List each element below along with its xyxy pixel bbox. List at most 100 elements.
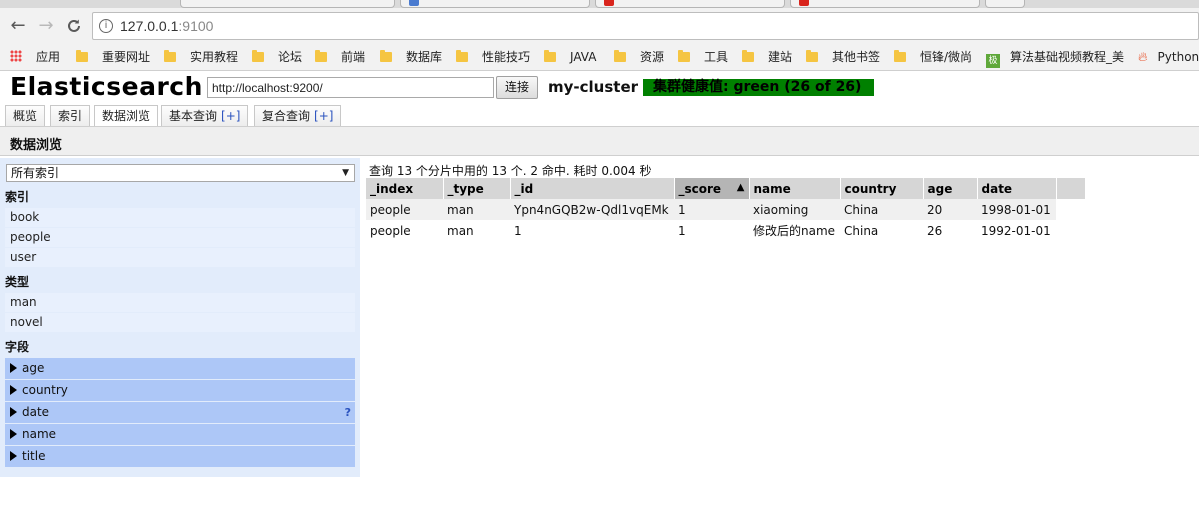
bookmarks-bar: 应用 重要网址 实用教程 论坛 前端 数据库 性能技巧 JAVA 资源 工具 建… xyxy=(0,44,1199,71)
column-label: _score xyxy=(678,181,722,196)
bookmark-folder[interactable]: 论坛 xyxy=(252,49,302,66)
indices-heading: 索引 xyxy=(5,190,30,204)
field-row-age[interactable]: age xyxy=(5,358,355,379)
column-header[interactable]: _id xyxy=(510,178,675,199)
browser-sidebar: 所有索引 ▼ 索引 book people user 类型 man novel 字… xyxy=(0,158,360,477)
table-row[interactable]: people man Ypn4nGQB2w-Qdl1vqEMk 1 xiaomi… xyxy=(366,199,1085,220)
folder-icon xyxy=(315,50,327,62)
field-row-name[interactable]: name xyxy=(5,424,355,445)
table-cell: Ypn4nGQB2w-Qdl1vqEMk xyxy=(510,199,674,220)
reload-icon[interactable] xyxy=(62,14,86,38)
connection-url-input[interactable] xyxy=(207,77,494,98)
bookmark-folder[interactable]: 工具 xyxy=(678,49,728,66)
info-icon[interactable]: i xyxy=(99,19,113,33)
folder-icon xyxy=(164,50,176,62)
browser-tab[interactable] xyxy=(180,0,395,8)
column-header-filler xyxy=(1056,178,1086,199)
browser-tab[interactable] xyxy=(790,0,980,8)
table-row[interactable]: people man 1 1 修改后的name China 26 1992-01… xyxy=(366,220,1085,241)
bookmark-folder[interactable]: 重要网址 xyxy=(76,49,150,66)
tab-overview[interactable]: 概览 xyxy=(5,105,46,127)
browser-toolbar: ← → i 127.0.0.1:9100 xyxy=(0,8,1199,44)
sidebar-item-index[interactable]: user xyxy=(5,248,355,267)
bookmark-folder[interactable]: 建站 xyxy=(742,49,792,66)
query-summary: 查询 13 个分片中用的 13 个. 2 命中. 耗时 0.004 秒 xyxy=(369,164,652,178)
tab-basic-query[interactable]: 基本查询 [+] xyxy=(161,105,249,127)
bookmark-folder[interactable]: 恒锋/微尚 xyxy=(894,49,972,66)
bookmark-folder[interactable]: 数据库 xyxy=(380,49,442,66)
bookmark-label: 其他书签 xyxy=(832,50,881,64)
browser-tab[interactable] xyxy=(595,0,785,8)
folder-icon xyxy=(742,50,754,62)
page-favicon-icon xyxy=(409,0,419,6)
url-port: :9100 xyxy=(178,18,214,34)
bookmark-label: 性能技巧 xyxy=(482,50,531,64)
new-tab-button[interactable] xyxy=(985,0,1025,8)
column-header[interactable]: age xyxy=(923,178,978,199)
bookmark-folder[interactable]: 前端 xyxy=(315,49,365,66)
field-label: age xyxy=(22,361,45,375)
folder-icon xyxy=(614,50,626,62)
browser-tab[interactable] xyxy=(400,0,590,8)
bookmark-apps[interactable]: 应用 xyxy=(10,49,60,66)
address-bar[interactable]: i 127.0.0.1:9100 xyxy=(92,12,1199,40)
bookmark-folder[interactable]: JAVA xyxy=(544,49,596,66)
sidebar-item-index[interactable]: people xyxy=(5,228,355,247)
field-label: date xyxy=(22,405,50,419)
cluster-name: my-cluster xyxy=(548,78,639,96)
back-arrow-icon[interactable]: ← xyxy=(6,14,30,38)
table-cell: 修改后的name xyxy=(753,224,836,238)
bookmark-link[interactable]: 极算法基础视频教程_美 xyxy=(986,49,1125,68)
folder-icon xyxy=(76,50,88,62)
bookmark-folder[interactable]: 资源 xyxy=(614,49,664,66)
column-header[interactable]: _type xyxy=(443,178,511,199)
column-header[interactable]: name xyxy=(749,178,841,199)
column-label: _id xyxy=(514,181,534,196)
add-tab-link[interactable]: [+] xyxy=(314,109,333,123)
tab-label: 索引 xyxy=(58,109,83,123)
bookmark-folder[interactable]: 其他书签 xyxy=(806,49,880,66)
fields-heading: 字段 xyxy=(5,340,30,354)
reload-glyph xyxy=(68,19,80,32)
site-logo-icon: 极 xyxy=(986,54,1000,68)
column-label: _index xyxy=(370,181,414,196)
types-heading: 类型 xyxy=(5,275,30,289)
table-cell: China xyxy=(844,223,879,238)
add-tab-link[interactable]: [+] xyxy=(221,109,240,123)
index-select-value: 所有索引 xyxy=(11,166,60,180)
sidebar-item-type[interactable]: novel xyxy=(5,313,355,332)
bookmark-folder[interactable]: 性能技巧 xyxy=(456,49,530,66)
field-label: title xyxy=(22,449,46,463)
table-cell: 1998-01-01 xyxy=(977,199,1056,220)
bookmark-folder[interactable]: 实用教程 xyxy=(164,49,238,66)
column-header[interactable]: _index xyxy=(366,178,444,199)
app-title: Elasticsearch xyxy=(10,72,203,101)
field-row-date[interactable]: date? xyxy=(5,402,355,423)
field-row-country[interactable]: country xyxy=(5,380,355,401)
field-row-title[interactable]: title xyxy=(5,446,355,467)
column-header[interactable]: country xyxy=(840,178,924,199)
bookmark-link[interactable]: 🔥︎ Python xyxy=(1138,49,1199,66)
column-header[interactable]: date xyxy=(977,178,1057,199)
bookmark-label: 建站 xyxy=(768,50,793,64)
bookmark-label: 数据库 xyxy=(406,50,443,64)
table-cell: 1992-01-01 xyxy=(981,223,1051,238)
address-url: 127.0.0.1:9100 xyxy=(120,18,213,34)
connect-button[interactable]: 连接 xyxy=(496,76,538,99)
table-cell: man xyxy=(447,223,474,238)
tab-browser[interactable]: 数据浏览 xyxy=(94,105,159,128)
column-header[interactable]: _score ▲ xyxy=(674,178,750,199)
help-icon[interactable]: ? xyxy=(345,402,351,423)
folder-icon xyxy=(252,50,264,62)
forward-arrow-icon[interactable]: → xyxy=(34,14,58,38)
folder-icon xyxy=(544,50,556,62)
sidebar-item-index[interactable]: book xyxy=(5,208,355,227)
tab-compound-query[interactable]: 复合查询 [+] xyxy=(254,105,342,127)
folder-icon xyxy=(894,50,906,62)
index-select[interactable]: 所有索引 ▼ xyxy=(6,164,355,182)
bookmark-label: 算法基础视频教程_美 xyxy=(1010,50,1125,64)
sidebar-item-type[interactable]: man xyxy=(5,293,355,312)
field-label: country xyxy=(22,383,68,397)
section-header: 数据浏览 xyxy=(0,126,1199,156)
tab-indices[interactable]: 索引 xyxy=(50,105,91,127)
